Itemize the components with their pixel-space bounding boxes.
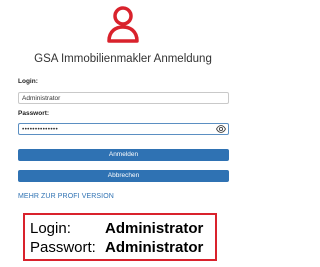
profi-version-link[interactable]: MEHR ZUR PROFI VERSION xyxy=(18,193,114,200)
credentials-info-box: Login: Administrator Passwort: Administr… xyxy=(23,213,217,261)
login-dialog: GSA Immobilienmakler Anmeldung Login: Pa… xyxy=(0,0,246,267)
cancel-button[interactable]: Abbrechen xyxy=(18,170,229,182)
credentials-password-key: Passwort: xyxy=(30,239,96,256)
login-label: Login: xyxy=(18,78,38,85)
password-input[interactable] xyxy=(18,123,229,135)
login-button[interactable]: Anmelden xyxy=(18,149,229,161)
password-label: Passwort: xyxy=(18,110,50,117)
credentials-login-key: Login: xyxy=(30,220,71,237)
credentials-login-value: Administrator xyxy=(105,220,204,237)
user-icon xyxy=(106,5,140,45)
login-input[interactable] xyxy=(18,92,229,104)
credentials-password-value: Administrator xyxy=(105,239,204,256)
eye-icon[interactable] xyxy=(216,125,226,133)
page-title: GSA Immobilienmakler Anmeldung xyxy=(34,53,212,65)
